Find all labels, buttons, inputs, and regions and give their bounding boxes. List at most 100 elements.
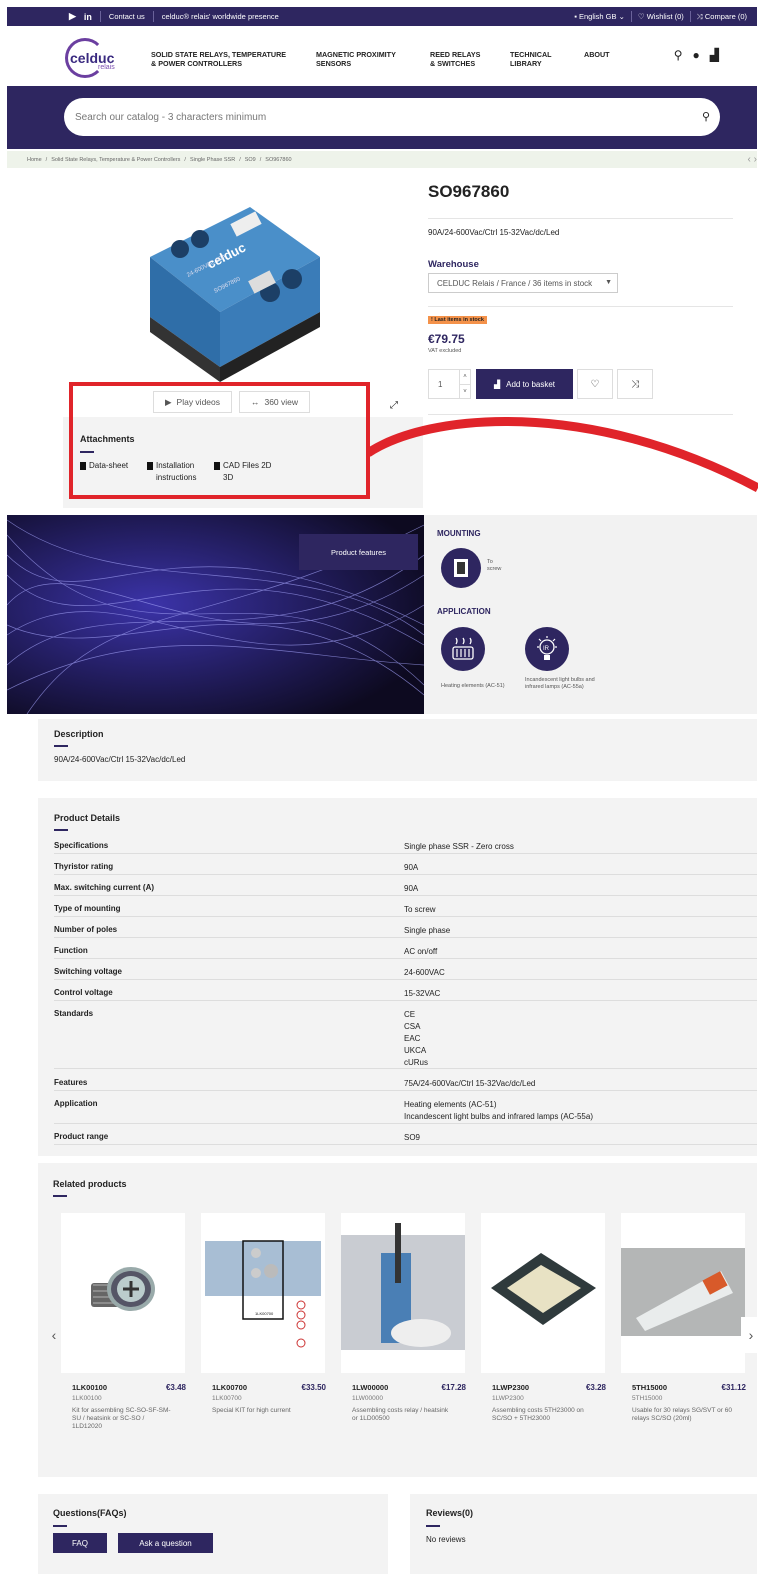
product-card[interactable] [481, 1213, 605, 1373]
detail-key: Switching voltage [54, 967, 123, 976]
product-ref: 1LW00000 [352, 1395, 383, 1402]
increment-icon[interactable]: ˄ [459, 370, 470, 384]
detail-key: Max. switching current (A) [54, 883, 155, 892]
product-card[interactable] [341, 1213, 465, 1373]
highlight-box [69, 382, 370, 499]
search-input[interactable]: Search our catalog - 3 characters minimu… [64, 98, 720, 136]
detail-row-function: Function AC on/off [54, 946, 757, 959]
add-to-basket-button[interactable]: ▟ Add to basket [476, 369, 573, 399]
detail-row-max-current: Max. switching current (A) 90A [54, 883, 757, 896]
warehouse-select[interactable]: CELDUC Relais / France / 36 items in sto… [428, 273, 618, 293]
product-card[interactable] [621, 1213, 745, 1373]
search-submit-icon[interactable]: ⚲ [702, 110, 710, 123]
quantity-stepper[interactable]: 1 ˄ ˅ [428, 369, 471, 399]
screw-image [91, 1267, 155, 1311]
ask-question-button[interactable]: Ask a question [118, 1533, 213, 1553]
product-desc: Assembling costs 5TH23000 on SC/SO + 5TH… [492, 1407, 584, 1422]
description-card: Description [38, 719, 757, 781]
wishlist-label: Wishlist (0) [646, 12, 684, 21]
faq-button[interactable]: FAQ [53, 1533, 107, 1553]
heart-icon: ♡ [590, 378, 600, 390]
wishlist-button[interactable]: ♡ [577, 369, 613, 399]
crumb-separator: / [45, 156, 48, 163]
stock-badge: ! Last items in stock [428, 316, 487, 324]
product-ref: 1LK00700 [212, 1395, 242, 1402]
logo-subtext: relais [98, 64, 115, 71]
compare-button[interactable]: ⤨ [617, 369, 653, 399]
detail-key: Application [54, 1099, 98, 1108]
nav-ssr-line2: & POWER CONTROLLERS [151, 58, 243, 68]
detail-value: CE CSA EAC UKCA cURus [404, 1009, 428, 1069]
carousel-prev-icon[interactable]: ‹ [44, 1317, 64, 1353]
crumb-category[interactable]: Solid State Relays, Temperature & Power … [51, 157, 180, 163]
crumb-home[interactable]: Home [27, 157, 42, 163]
detail-row-switching-voltage: Switching voltage 24-600VAC [54, 967, 757, 980]
detail-value: To screw [404, 905, 436, 914]
product-card[interactable] [61, 1213, 185, 1373]
celduc-logo[interactable]: celduc relais [65, 38, 123, 78]
product-card[interactable]: 1LK00700 [201, 1213, 325, 1373]
application-item: Heating elements (AC-51) [404, 1100, 497, 1109]
wishlist-link[interactable]: ♡ Wishlist (0) [638, 12, 684, 21]
carousel-next-icon[interactable]: › [741, 1317, 761, 1353]
detail-key: Control voltage [54, 988, 113, 997]
product-meta: 1LK00100 €3.48 1LK00100 Kit for assembling … [72, 1383, 196, 1431]
add-to-basket-label: Add to basket [506, 379, 556, 389]
youtube-icon[interactable]: ▶ [69, 11, 76, 22]
language-selector[interactable]: ▪ English GB ⌄ [574, 12, 625, 21]
heart-icon: ♡ [637, 12, 647, 21]
shuffle-icon: ⤨ [696, 11, 705, 21]
nav-reed[interactable]: REED RELAYS & SWITCHES [430, 50, 480, 68]
linkedin-icon[interactable]: in [84, 12, 92, 22]
product-subtitle: 90A/24-600Vac/Ctrl 15-32Vac/dc/Led [428, 228, 560, 237]
detail-value: Heating elements (AC-51) Incandescent lig… [404, 1099, 593, 1123]
detail-key: Product range [54, 1132, 109, 1141]
detail-row-mounting: Type of mounting To screw [54, 904, 757, 917]
compare-link[interactable]: ⤨ Compare (0) [697, 12, 747, 22]
basket-icon: ▟ [493, 379, 501, 389]
product-desc: Usable for 30 relays SG/SVT or 60 relays… [632, 1407, 732, 1422]
title-underline [426, 1525, 440, 1527]
application-caption-1: Heating elements (AC-51) [441, 683, 505, 689]
thermal-pad-image [491, 1253, 596, 1325]
detail-value: Single phase [404, 926, 451, 935]
nav-ssr[interactable]: SOLID STATE RELAYS, TEMPERATURE & POWER C… [151, 50, 286, 68]
prev-next-arrows[interactable]: ‹ › [748, 154, 757, 165]
presence-link[interactable]: celduc® relais' worldwide presence [162, 12, 279, 21]
search-icon[interactable]: ⚲ [674, 48, 683, 62]
contact-link[interactable]: Contact us [109, 12, 145, 21]
crumb-range[interactable]: SO9 [245, 157, 256, 163]
decrement-icon[interactable]: ˅ [459, 384, 470, 398]
kit-image-label: 1LK00700 [255, 1311, 274, 1316]
product-price: €3.48 [165, 1383, 186, 1392]
divider [428, 306, 733, 307]
detail-value: 75A/24-600Vac/Ctrl 15-32Vac/dc/Led [404, 1079, 536, 1088]
caret-down-icon: ▼ [605, 279, 612, 286]
product-features-button[interactable]: Product features [299, 534, 418, 570]
user-icon[interactable]: ● [693, 48, 700, 62]
detail-row-control-voltage: Control voltage 15-32VAC [54, 988, 757, 1001]
standard-item: CSA [404, 1022, 421, 1031]
crumb-subcategory[interactable]: Single Phase SSR [190, 157, 235, 163]
quantity-value: 1 [438, 379, 443, 389]
no-reviews-text: No reviews [426, 1535, 466, 1544]
detail-row-standards: Standards CE CSA EAC UKCA cURus [54, 1009, 757, 1069]
top-bar: ▶ in Contact us celduc® relais' worldwid… [7, 7, 757, 26]
language-label: English GB [578, 12, 617, 21]
nav-about[interactable]: ABOUT [584, 50, 610, 60]
nav-library[interactable]: TECHNICAL LIBRARY [510, 50, 552, 68]
detail-value: 15-32VAC [404, 989, 441, 998]
divider [689, 11, 691, 22]
basket-icon[interactable]: ▟ [710, 48, 719, 62]
detail-value: 90A [404, 884, 419, 893]
detail-row-specifications: Specifications Single phase SSR - Zero cr… [54, 841, 757, 854]
heating-element-icon [441, 627, 485, 671]
product-image[interactable]: celduc 24-600VAC 90A SO967860 [140, 197, 325, 387]
chevron-down-icon: ⌄ [618, 12, 625, 21]
detail-value: 90A [404, 863, 419, 872]
nav-sensors[interactable]: MAGNETIC PROXIMITY SENSORS [316, 50, 396, 68]
application-heading: APPLICATION [437, 607, 491, 616]
mounting-caption-1: To [487, 559, 493, 565]
application-caption-2b: infrared lamps (AC-55a) [525, 684, 584, 690]
assembly-image [341, 1223, 465, 1350]
